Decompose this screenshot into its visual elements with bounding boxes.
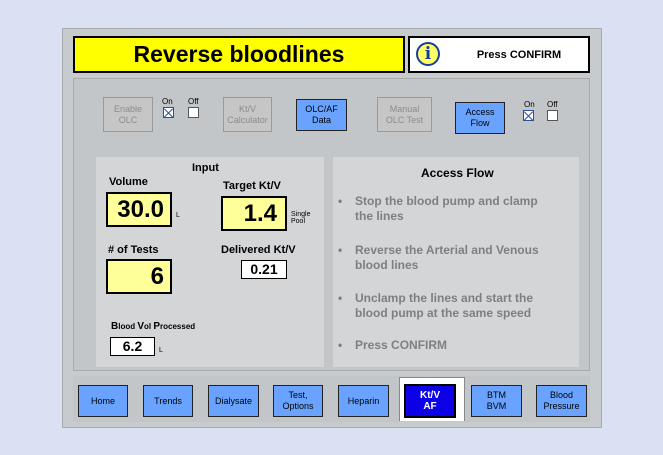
delivered-ktv-value: 0.21 — [241, 260, 287, 279]
volume-unit: L — [176, 212, 180, 219]
tab-dialysate[interactable]: Dialysate — [208, 385, 259, 417]
olc-on-checkbox[interactable] — [163, 107, 174, 118]
tab-trends[interactable]: Trends — [143, 385, 193, 417]
blood-vol-unit: L — [159, 347, 163, 354]
target-ktv-label: Target Kt/V — [223, 180, 281, 192]
olc-off-checkbox[interactable] — [188, 107, 199, 118]
tab-ktv-af[interactable]: Kt/V AF — [404, 384, 456, 418]
tab-test-options[interactable]: Test, Options — [273, 385, 323, 417]
tab-home[interactable]: Home — [78, 385, 128, 417]
tab-heparin[interactable]: Heparin — [338, 385, 389, 417]
olc-af-data-button[interactable]: OLC/AF Data — [296, 99, 347, 131]
blood-vol-processed-value: 6.2 — [110, 337, 155, 356]
access-flow-heading: Access Flow — [421, 166, 494, 180]
olc-off-label: Off — [188, 97, 199, 106]
af-off-label: Off — [547, 100, 558, 109]
af-on-checkbox[interactable] — [523, 110, 534, 121]
olc-on-label: On — [162, 97, 173, 106]
page-title: Reverse bloodlines — [73, 36, 405, 73]
tab-btm-bvm[interactable]: BTM BVM — [471, 385, 522, 417]
info-icon: i — [416, 42, 440, 66]
ktv-calculator-button[interactable]: Kt/V Calculator — [223, 97, 272, 132]
access-flow-button[interactable]: Access Flow — [455, 102, 505, 134]
volume-label: Volume — [109, 176, 148, 188]
tests-label: # of Tests — [108, 244, 159, 256]
tab-blood-pressure[interactable]: Blood Pressure — [536, 385, 587, 417]
blood-vol-processed-label: Blood Vol Processed — [111, 321, 196, 332]
af-on-label: On — [524, 100, 535, 109]
enable-olc-button[interactable]: Enable OLC — [103, 97, 153, 132]
delivered-ktv-label: Delivered Kt/V — [221, 244, 296, 256]
target-ktv-field[interactable]: 1.4 — [221, 196, 287, 231]
message-box: i Press CONFIRM — [408, 36, 590, 73]
af-off-checkbox[interactable] — [547, 110, 558, 121]
tests-field[interactable]: 6 — [106, 259, 172, 294]
input-heading: Input — [192, 162, 219, 174]
manual-olc-test-button[interactable]: Manual OLC Test — [377, 97, 432, 132]
volume-field[interactable]: 30.0 — [106, 192, 172, 227]
target-ktv-unit: Single Pool — [291, 211, 311, 225]
status-message: Press CONFIRM — [476, 48, 562, 61]
